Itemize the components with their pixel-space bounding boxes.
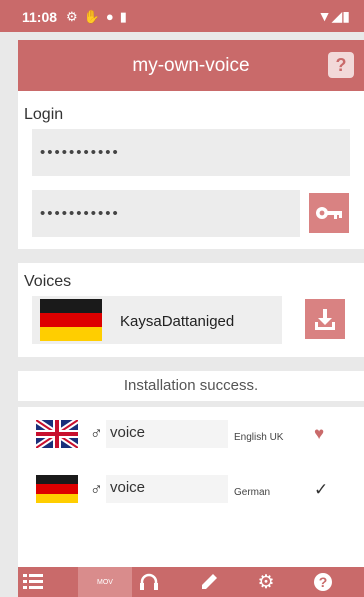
voice-selector[interactable]: KaysaDattaniged [32, 296, 282, 344]
bottom-nav: MOV ⚙ ? [18, 567, 364, 597]
app-container: my-own-voice ? Login ••••••••••• •••••••… [18, 40, 364, 597]
voice-name: voice [106, 420, 228, 448]
list-icon[interactable] [18, 567, 48, 597]
key-icon [316, 207, 342, 219]
uk-flag [36, 420, 78, 448]
svg-text:?: ? [319, 574, 328, 590]
headphones-icon[interactable] [134, 567, 164, 597]
german-flag [36, 475, 78, 503]
password-field[interactable]: ••••••••••• [32, 190, 300, 237]
pencil-icon[interactable] [194, 567, 224, 597]
username-field[interactable]: ••••••••••• [32, 129, 350, 176]
status-time: 11:08 [22, 9, 58, 25]
app-header: my-own-voice ? [18, 40, 364, 91]
login-label: Login [24, 106, 64, 123]
gear-icon: ⚙ [66, 9, 84, 24]
location-icon: ● [105, 9, 120, 24]
battery-icon: ▮ [342, 8, 350, 24]
sd-card-icon: ▮ [119, 9, 133, 24]
signal-icon: ◢ [331, 8, 343, 24]
hand-icon: ✋ [83, 9, 106, 24]
gender-symbol: ♂ [90, 480, 103, 499]
question-icon[interactable]: ? [328, 52, 354, 78]
download-button[interactable] [305, 299, 345, 339]
section-divider [18, 401, 364, 407]
section-divider [18, 357, 364, 371]
voice-language: English UK [234, 432, 284, 443]
wifi-icon: ▼ [317, 8, 332, 24]
gender-symbol: ♂ [90, 424, 103, 443]
help-icon[interactable]: ? [308, 567, 338, 597]
selected-voice-name: KaysaDattaniged [120, 313, 235, 330]
mov-tab[interactable]: MOV [78, 567, 132, 597]
download-icon [315, 309, 335, 330]
voice-name: voice [106, 475, 228, 503]
installation-status: Installation success. [123, 377, 259, 394]
login-key-button[interactable] [309, 193, 349, 233]
mov-label: MOV [97, 578, 113, 586]
check-icon[interactable]: ✓ [314, 480, 328, 500]
heart-icon[interactable]: ♥ [314, 424, 324, 444]
voices-label: Voices [24, 273, 72, 290]
section-divider [18, 249, 364, 263]
gear-icon[interactable]: ⚙ [251, 567, 281, 597]
status-bar: 11:08 ⚙✋●▮ ▼◢▮ [0, 0, 364, 32]
german-flag [40, 299, 102, 341]
status-right-icons: ▼◢▮ [318, 8, 350, 25]
voice-language: German [234, 487, 271, 498]
app-title: my-own-voice [132, 55, 250, 76]
status-icons: ⚙✋●▮ [66, 9, 133, 25]
